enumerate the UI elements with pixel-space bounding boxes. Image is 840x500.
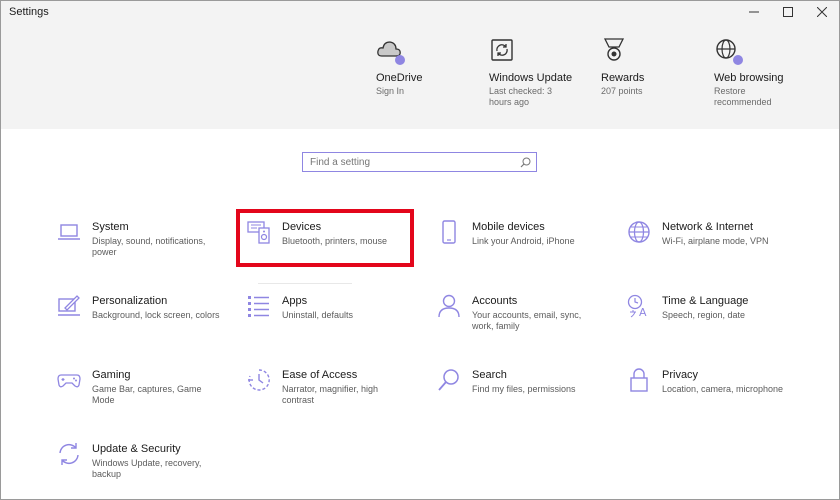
category-subtitle: Find my files, permissions <box>472 384 576 394</box>
category-title: Mobile devices <box>472 221 545 233</box>
category-network-internet[interactable]: Network & Internet Wi-Fi, airplane mode,… <box>627 220 807 276</box>
category-gaming[interactable]: Gaming Game Bar, captures, Game Mode <box>57 368 237 424</box>
quick-link-title: Web browsing <box>714 72 784 84</box>
category-title: Update & Security <box>92 443 181 455</box>
notification-dot <box>733 55 743 65</box>
category-title: Privacy <box>662 369 699 381</box>
divider <box>258 283 352 284</box>
search-icon <box>438 369 459 391</box>
search-icon[interactable] <box>520 157 531 168</box>
update-security-sync-icon <box>59 443 79 465</box>
category-mobile-devices[interactable]: Mobile devices Link your Android, iPhone <box>437 220 617 276</box>
globe-icon <box>628 221 650 243</box>
time-language-icon: A <box>627 294 647 319</box>
window-title: Settings <box>9 6 49 18</box>
quick-link-rewards[interactable]: Rewards 207 points <box>601 37 681 97</box>
apps-list-icon <box>248 296 269 317</box>
personalization-pen-icon <box>58 295 80 316</box>
notification-dot <box>395 55 405 65</box>
minimize-icon <box>749 11 759 13</box>
category-title: Time & Language <box>662 295 749 307</box>
quick-link-subtitle: Last checked: 3 hours ago <box>489 86 553 107</box>
category-title: Network & Internet <box>662 221 754 233</box>
category-accounts[interactable]: Accounts Your accounts, email, sync, wor… <box>437 294 617 350</box>
category-ease-of-access[interactable]: Ease of Access Narrator, magnifier, high… <box>247 368 427 424</box>
quick-link-subtitle: Restore recommended <box>714 86 772 107</box>
lock-icon <box>630 368 648 392</box>
category-personalization[interactable]: Personalization Background, lock screen,… <box>57 294 237 350</box>
rewards-icon <box>603 38 625 61</box>
highlight-box <box>236 209 414 267</box>
category-subtitle: Location, camera, microphone <box>662 384 784 394</box>
category-subtitle: Speech, region, date <box>662 310 746 320</box>
quick-link-web-browsing[interactable]: Web browsing Restore recommended <box>714 37 784 108</box>
quick-link-windows-update[interactable]: Windows Update Last checked: 3 hours ago <box>489 37 572 108</box>
quick-links-band: OneDrive Sign In Windows Update Last che… <box>1 23 839 129</box>
category-subtitle: Your accounts, email, sync, work, family <box>472 310 582 331</box>
category-subtitle: Wi-Fi, airplane mode, VPN <box>662 236 769 246</box>
category-subtitle: Narrator, magnifier, high contrast <box>282 384 379 405</box>
category-update-security[interactable]: Update & Security Windows Update, recove… <box>57 442 237 498</box>
search-box <box>302 152 537 172</box>
category-title: Search <box>472 369 507 381</box>
category-title: Ease of Access <box>282 369 358 381</box>
category-title: System <box>92 221 129 233</box>
minimize-button[interactable] <box>737 1 771 23</box>
title-bar[interactable]: Settings <box>1 1 839 23</box>
category-search[interactable]: Search Find my files, permissions <box>437 368 617 424</box>
category-title: Gaming <box>92 369 131 381</box>
ease-of-access-icon <box>248 369 270 391</box>
person-icon <box>438 294 460 318</box>
window-controls <box>737 1 839 23</box>
close-button[interactable] <box>805 1 839 23</box>
category-title: Apps <box>282 295 308 307</box>
category-subtitle: Uninstall, defaults <box>282 310 354 320</box>
quick-link-onedrive[interactable]: OneDrive Sign In <box>376 37 456 97</box>
quick-link-title: Windows Update <box>489 72 573 84</box>
category-title: Accounts <box>472 295 518 307</box>
category-time-language[interactable]: A Time & Language Speech, region, date <box>627 294 807 350</box>
quick-link-subtitle: Sign In <box>376 86 405 96</box>
category-system[interactable]: System Display, sound, notifications, po… <box>57 220 237 276</box>
quick-link-subtitle: 207 points <box>601 86 643 96</box>
phone-icon <box>442 220 456 244</box>
category-subtitle: Game Bar, captures, Game Mode <box>92 384 202 405</box>
windows-update-icon <box>491 39 513 61</box>
quick-link-title: OneDrive <box>376 72 423 84</box>
category-subtitle: Background, lock screen, colors <box>92 310 220 320</box>
maximize-icon <box>783 7 793 17</box>
category-title: Personalization <box>92 295 168 307</box>
category-privacy[interactable]: Privacy Location, camera, microphone <box>627 368 807 424</box>
maximize-button[interactable] <box>771 1 805 23</box>
category-subtitle: Display, sound, notifications, power <box>92 236 206 257</box>
laptop-icon <box>58 224 80 240</box>
category-subtitle: Windows Update, recovery, backup <box>92 458 202 479</box>
gamepad-icon <box>57 374 81 388</box>
quick-link-title: Rewards <box>601 72 645 84</box>
close-icon <box>817 7 827 17</box>
category-apps[interactable]: Apps Uninstall, defaults <box>247 294 427 350</box>
svg-text:A: A <box>639 306 647 318</box>
search-input[interactable] <box>303 153 515 171</box>
settings-window: Settings OneDrive Sign In Windows Update… <box>0 0 840 500</box>
category-subtitle: Link your Android, iPhone <box>472 236 575 246</box>
